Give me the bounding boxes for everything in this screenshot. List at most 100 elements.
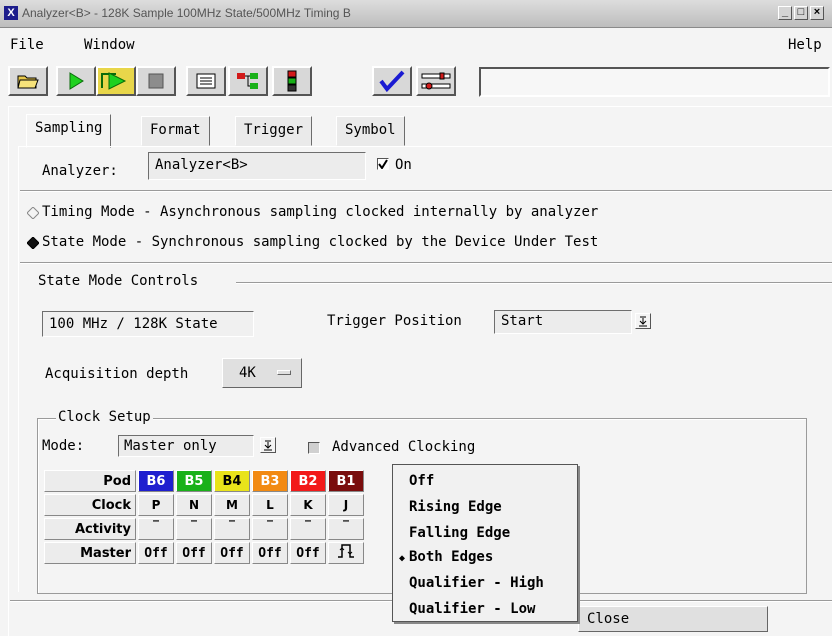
clock-cell-b1: J — [328, 494, 364, 516]
pod-b1: B1 — [328, 470, 364, 492]
pod-b3: B3 — [252, 470, 288, 492]
clock-row: Clock P N M L K J — [44, 494, 364, 516]
tab-symbol[interactable]: Symbol — [336, 116, 405, 146]
acquisition-depth-value: 4K — [239, 365, 256, 381]
menu-item-falling-edge[interactable]: Falling Edge — [409, 525, 510, 541]
run-icon — [69, 72, 84, 90]
tools-button[interactable] — [416, 66, 456, 96]
sample-rate-readout: 100 MHz / 128K State — [42, 311, 254, 337]
tab-sampling[interactable]: Sampling — [26, 114, 112, 148]
analyzer-label: Analyzer: — [42, 163, 118, 179]
master-b2-button[interactable]: Off — [290, 542, 326, 564]
toolbar-status-field[interactable] — [479, 67, 830, 97]
state-mode-radio[interactable] — [26, 236, 40, 253]
tools-icon — [421, 72, 451, 90]
master-b5-button[interactable]: Off — [176, 542, 212, 564]
menu-item-qualifier-high[interactable]: Qualifier - High — [409, 575, 544, 591]
diamond-radio-empty-icon — [26, 206, 40, 220]
checkmark-icon — [379, 70, 405, 92]
master-row-label: Master — [44, 542, 136, 564]
close-button[interactable]: Close — [578, 606, 768, 632]
master-b3-button[interactable]: Off — [252, 542, 288, 564]
clock-cell-b3: L — [252, 494, 288, 516]
maximize-button[interactable]: □ — [794, 6, 808, 20]
acquisition-depth-option-button[interactable]: 4K — [222, 358, 302, 388]
analyzer-on-checkbox[interactable] — [377, 158, 389, 170]
pod-row-label: Pod — [44, 470, 136, 492]
clock-cell-b5: N — [176, 494, 212, 516]
run-repetitive-button[interactable] — [96, 66, 136, 96]
clock-cell-b2: K — [290, 494, 326, 516]
checkmark-button[interactable] — [372, 66, 412, 96]
master-b1-button[interactable] — [328, 542, 364, 564]
analyzer-name-field[interactable]: Analyzer<B> — [148, 152, 366, 180]
open-folder-icon — [17, 75, 39, 89]
menu-item-both-edges[interactable]: Both Edges — [409, 549, 493, 565]
open-folder-button[interactable] — [8, 66, 48, 96]
activity-cell-b1: ‾ — [328, 518, 364, 540]
run-button[interactable] — [56, 66, 96, 96]
timing-mode-radio[interactable] — [26, 206, 40, 223]
clock-mode-field[interactable]: Master only — [118, 435, 254, 457]
tab-format[interactable]: Format — [141, 116, 210, 146]
menu-window[interactable]: Window — [84, 37, 135, 53]
pod-b5: B5 — [176, 470, 212, 492]
activity-cell-b5: ‾ — [176, 518, 212, 540]
master-row: Master Off Off Off Off Off — [44, 542, 364, 564]
pod-b6: B6 — [138, 470, 174, 492]
divider — [236, 282, 832, 284]
run-repetitive-icon — [101, 72, 127, 90]
menu-item-qualifier-low[interactable]: Qualifier - Low — [409, 601, 535, 617]
clock-setup-table: Pod B6 B5 B4 B3 B2 B1 Clock P N M L K J … — [42, 468, 366, 566]
listing-button[interactable] — [186, 66, 226, 96]
timing-mode-label[interactable]: Timing Mode - Asynchronous sampling cloc… — [42, 204, 598, 220]
analyzer-on-label: On — [395, 157, 412, 173]
activity-cell-b2: ‾ — [290, 518, 326, 540]
stop-button[interactable] — [136, 66, 176, 96]
title-bar[interactable]: X Analyzer<B> - 128K Sample 100MHz State… — [0, 0, 832, 28]
clock-mode-dropdown-button[interactable] — [260, 437, 276, 453]
activity-cell-b4: ‾ — [214, 518, 250, 540]
tab-trigger[interactable]: Trigger — [235, 116, 313, 146]
activity-row-label: Activity — [44, 518, 136, 540]
activity-cell-b3: ‾ — [252, 518, 288, 540]
trigger-position-label: Trigger Position — [327, 313, 462, 329]
master-clock-popup-menu: Off Rising Edge Falling Edge ◆ Both Edge… — [392, 464, 578, 622]
clock-row-label: Clock — [44, 494, 136, 516]
clock-cell-b4: M — [214, 494, 250, 516]
selected-bullet-icon: ◆ — [399, 553, 406, 564]
advanced-clocking-checkbox[interactable] — [308, 442, 320, 454]
setup-button[interactable] — [272, 66, 312, 96]
listing-icon — [196, 73, 216, 89]
menu-item-rising-edge[interactable]: Rising Edge — [409, 499, 502, 515]
check-icon — [378, 159, 388, 169]
master-b4-button[interactable]: Off — [214, 542, 250, 564]
clock-setup-title: Clock Setup — [56, 409, 153, 425]
diamond-radio-selected-icon — [26, 236, 40, 250]
minimize-button[interactable]: _ — [778, 6, 792, 20]
chevron-down-icon — [639, 316, 647, 327]
divider — [20, 262, 832, 264]
master-b6-button[interactable]: Off — [138, 542, 174, 564]
menu-help[interactable]: Help — [788, 37, 822, 53]
menu-item-off[interactable]: Off — [409, 473, 434, 489]
pod-b4: B4 — [214, 470, 250, 492]
overview-button[interactable] — [228, 66, 268, 96]
divider — [20, 190, 832, 192]
pod-row: Pod B6 B5 B4 B3 B2 B1 — [44, 470, 364, 492]
state-mode-label[interactable]: State Mode - Synchronous sampling clocke… — [42, 234, 598, 250]
setup-icon — [287, 70, 297, 92]
menu-file[interactable]: File — [10, 37, 44, 53]
both-edges-icon — [338, 544, 354, 558]
trigger-position-dropdown-button[interactable] — [635, 313, 651, 329]
advanced-clocking-label: Advanced Clocking — [332, 439, 476, 455]
toolbar — [0, 62, 832, 102]
clock-cell-b6: P — [138, 494, 174, 516]
pod-b2: B2 — [290, 470, 326, 492]
overview-icon — [237, 73, 258, 89]
state-mode-controls-title: State Mode Controls — [36, 273, 201, 289]
activity-cell-b6: ‾ — [138, 518, 174, 540]
app-icon: X — [4, 6, 18, 20]
close-window-button[interactable]: × — [810, 6, 824, 20]
trigger-position-field[interactable]: Start — [494, 310, 632, 334]
